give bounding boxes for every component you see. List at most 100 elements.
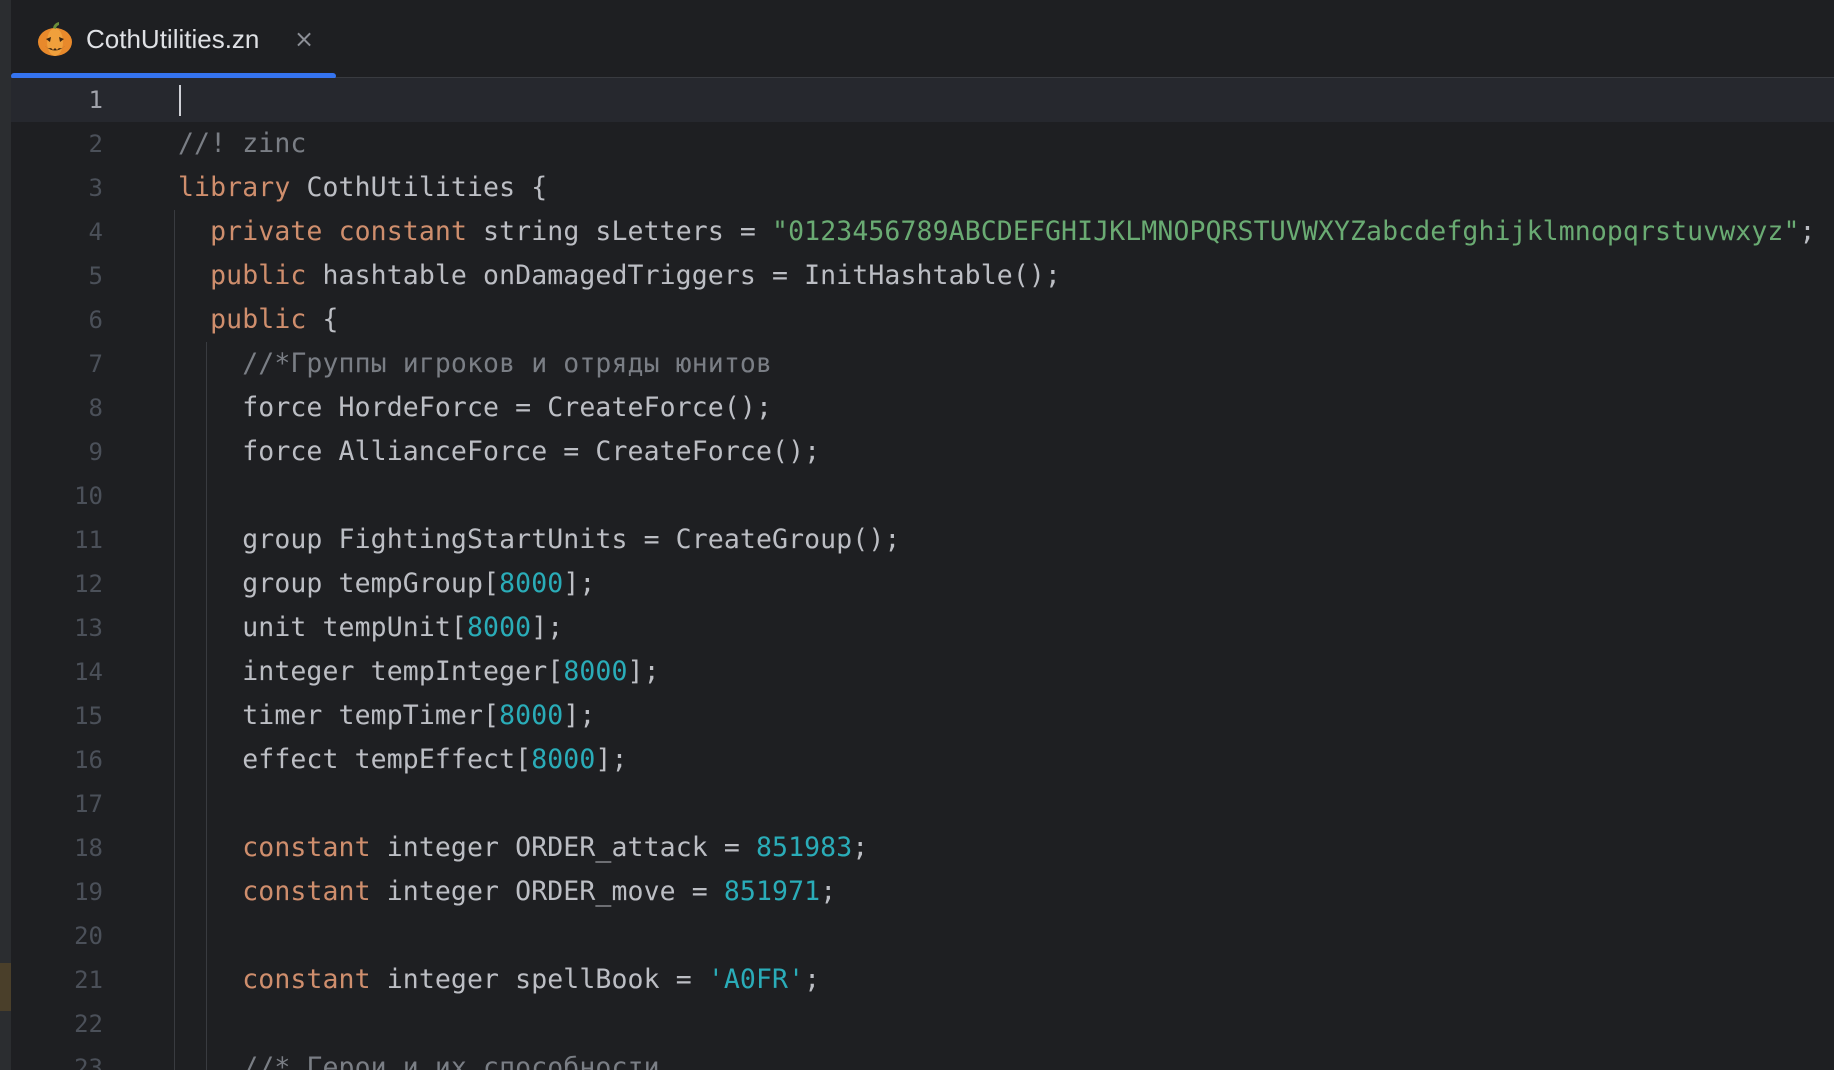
code-token: ; — [1799, 216, 1816, 247]
code-line[interactable]: 2 //! zinc — [11, 122, 1834, 166]
code-editor[interactable]: 1 2//! zinc 3 library CothUtilities {4 priv… — [11, 78, 1834, 1070]
code-token: ]; — [563, 700, 596, 731]
code-token: constant — [242, 832, 371, 863]
line-number: 20 — [74, 922, 103, 950]
line-number: 22 — [74, 1010, 103, 1038]
code-line[interactable]: 10 — [11, 474, 1834, 518]
close-icon[interactable]: × — [294, 22, 314, 56]
code-line[interactable]: 8 force HordeForce = CreateForce(); — [11, 386, 1834, 430]
ide-window: CothUtilities.zn × 1 2//! zinc 3 library Co… — [0, 0, 1834, 1070]
code-token: hashtable onDamagedTriggers = InitHashta… — [306, 260, 1061, 291]
code-token: public — [210, 260, 307, 291]
code-token: //* Герои и их способности — [242, 1052, 660, 1070]
line-number: 12 — [74, 570, 103, 598]
line-number: 21 — [74, 966, 103, 994]
code-token: public — [210, 304, 307, 335]
code-text: integer tempInteger[8000]; — [178, 650, 660, 694]
code-text: //*Группы игроков и отряды юнитов — [178, 342, 772, 386]
code-line[interactable]: 19 constant integer ORDER_move = 851971; — [11, 870, 1834, 914]
line-number: 5 — [88, 262, 103, 290]
line-number: 15 — [74, 702, 103, 730]
code-text: library CothUtilities { — [178, 166, 547, 210]
code-token: constant — [242, 964, 371, 995]
indent-guide — [174, 210, 175, 1070]
code-line[interactable]: 14 integer tempInteger[8000]; — [11, 650, 1834, 694]
code-token: effect tempEffect[ — [178, 744, 532, 775]
code-line[interactable]: 23 //* Герои и их способности — [11, 1046, 1834, 1070]
code-line[interactable]: 7 //*Группы игроков и отряды юнитов — [11, 342, 1834, 386]
line-number: 18 — [74, 834, 103, 862]
code-text: timer tempTimer[8000]; — [178, 694, 595, 738]
code-line[interactable]: 22 — [11, 1002, 1834, 1046]
code-text: public { — [178, 298, 339, 342]
line-number: 2 — [88, 130, 103, 158]
code-token: integer ORDER_attack = — [370, 832, 756, 863]
code-text: unit tempUnit[8000]; — [178, 606, 563, 650]
line-number: 1 — [88, 86, 103, 114]
code-line[interactable]: 9 force AllianceForce = CreateForce(); — [11, 430, 1834, 474]
code-token: integer tempInteger[ — [178, 656, 564, 687]
code-line[interactable]: 17 — [11, 782, 1834, 826]
line-number: 10 — [74, 482, 103, 510]
line-number: 13 — [74, 614, 103, 642]
code-line[interactable]: 16 effect tempEffect[8000]; — [11, 738, 1834, 782]
text-caret — [179, 85, 181, 116]
line-number: 9 — [88, 438, 103, 466]
code-token: force AllianceForce = CreateForce(); — [178, 436, 821, 467]
code-text: public hashtable onDamagedTriggers = Ini… — [178, 254, 1061, 298]
code-token: string sLetters = — [467, 216, 773, 247]
code-text: //! zinc — [178, 122, 306, 166]
code-token: ]; — [531, 612, 564, 643]
code-line[interactable]: 5 public hashtable onDamagedTriggers = I… — [11, 254, 1834, 298]
line-number: 23 — [74, 1054, 103, 1070]
code-line[interactable]: 12 group tempGroup[8000]; — [11, 562, 1834, 606]
code-token: 8000 — [531, 744, 596, 775]
line-number: 11 — [74, 526, 103, 554]
code-line[interactable]: 4 private constant string sLetters = "01… — [11, 210, 1834, 254]
code-token: 8000 — [499, 700, 564, 731]
code-token: { — [306, 304, 339, 335]
line-number: 3 — [88, 174, 103, 202]
code-text: force AllianceForce = CreateForce(); — [178, 430, 820, 474]
code-text: constant integer ORDER_attack = 851983; — [178, 826, 868, 870]
code-text: group FightingStartUnits = CreateGroup()… — [178, 518, 900, 562]
code-token: 851971 — [723, 876, 821, 907]
indent-guide — [206, 342, 207, 1070]
editor-tab[interactable]: CothUtilities.zn × — [11, 0, 336, 79]
code-line[interactable]: 13 unit tempUnit[8000]; — [11, 606, 1834, 650]
code-token: CothUtilities { — [290, 172, 548, 203]
line-number: 6 — [88, 306, 103, 334]
editor-tab-bar: CothUtilities.zn × — [11, 0, 1834, 79]
code-line[interactable]: 21 constant integer spellBook = 'A0FR'; — [11, 958, 1834, 1002]
code-token: ; — [852, 832, 869, 863]
code-token: 8000 — [499, 568, 564, 599]
code-text: effect tempEffect[8000]; — [178, 738, 628, 782]
pumpkin-file-icon — [38, 22, 72, 56]
line-number: 14 — [74, 658, 103, 686]
code-line[interactable]: 20 — [11, 914, 1834, 958]
code-token: library — [178, 172, 291, 203]
line-number: 7 — [88, 350, 103, 378]
code-token: force HordeForce = CreateForce(); — [178, 392, 773, 423]
code-line[interactable]: 6 public { — [11, 298, 1834, 342]
code-text: force HordeForce = CreateForce(); — [178, 386, 772, 430]
code-token: private — [210, 216, 323, 247]
code-line[interactable]: 1 — [11, 78, 1834, 122]
code-line[interactable]: 3 library CothUtilities { — [11, 166, 1834, 210]
code-token: 'A0FR' — [707, 964, 805, 995]
code-line[interactable]: 18 constant integer ORDER_attack = 85198… — [11, 826, 1834, 870]
code-token: "0123456789ABCDEFGHIJKLMNOPQRSTUVWXYZabc… — [772, 216, 1800, 247]
code-token: //*Группы игроков и отряды юнитов — [242, 348, 773, 379]
code-token: 851983 — [755, 832, 853, 863]
code-token: ]; — [627, 656, 660, 687]
code-text: constant integer ORDER_move = 851971; — [178, 870, 836, 914]
code-line[interactable]: 15 timer tempTimer[8000]; — [11, 694, 1834, 738]
code-token: 8000 — [466, 612, 532, 643]
code-line[interactable]: 11 group FightingStartUnits = CreateGrou… — [11, 518, 1834, 562]
